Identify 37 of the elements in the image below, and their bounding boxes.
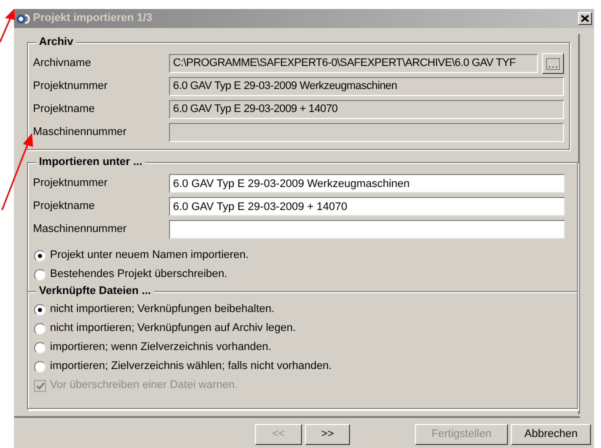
radio-button[interactable]	[34, 342, 46, 354]
field-label: Maschinennummer	[33, 222, 128, 238]
radio-label: nicht importieren; Verknüpfungen auf Archiv legen.	[50, 321, 296, 336]
field-label: Projektname	[33, 199, 96, 214]
radio-label: importieren; Zielverzeichnis wählen; falls nicht vorhanden.	[50, 359, 332, 374]
read-only-field: 6.0 GAV Typ E 29-03-2009 Werkzeugmaschinen	[169, 77, 564, 96]
wizard-button[interactable]: Abbrechen	[511, 424, 591, 445]
ellipsis-icon	[546, 58, 560, 70]
radio-label: Bestehendes Projekt überschreiben.	[50, 267, 228, 282]
radio-button[interactable]	[34, 304, 46, 316]
checkbox-label: Vor überschreiben einer Datei warnen.	[50, 378, 238, 394]
radio-label: nicht importieren; Verknüpfungen beibehalten.	[50, 302, 274, 318]
field-label: Projektnummer	[33, 79, 109, 94]
radio-button[interactable]	[34, 250, 46, 262]
close-button[interactable]	[578, 12, 592, 25]
input-field[interactable]: 6.0 GAV Typ E 29-03-2009 + 14070	[169, 197, 565, 216]
radio-button[interactable]	[34, 268, 46, 280]
app-logo-icon	[16, 12, 30, 24]
read-only-field: C:\PROGRAMME\SAFEXPERT6-0\SAFEXPERT\ARCHIVE\6.0 GAV TYF	[169, 54, 538, 73]
field-label: Maschinennummer	[33, 125, 128, 140]
annotation-arrow	[0, 9, 15, 42]
group-title: Verknüpfte Dateien ...	[36, 284, 154, 299]
field-label: Projektnummer	[33, 176, 109, 192]
input-field[interactable]	[169, 220, 565, 239]
input-field[interactable]: 6.0 GAV Typ E 29-03-2009 Werkzeugmaschinen	[169, 174, 565, 193]
close-icon	[581, 15, 589, 22]
group-title: Importieren unter ...	[36, 155, 146, 170]
read-only-field: 6.0 GAV Typ E 29-03-2009 + 14070	[169, 100, 564, 119]
radio-label: Projekt unter neuem Namen importieren.	[50, 248, 249, 264]
field-label: Projektname	[33, 102, 96, 118]
wizard-button[interactable]: >>	[305, 424, 350, 445]
field-label: Archivname	[33, 56, 92, 72]
window-title: Projekt importieren 1/3	[33, 11, 154, 26]
radio-button[interactable]	[34, 322, 46, 334]
radio-button[interactable]	[34, 360, 46, 372]
radio-label: importieren; wenn Zielverzeichnis vorhanden.	[50, 340, 272, 356]
browse-button[interactable]	[542, 53, 564, 74]
